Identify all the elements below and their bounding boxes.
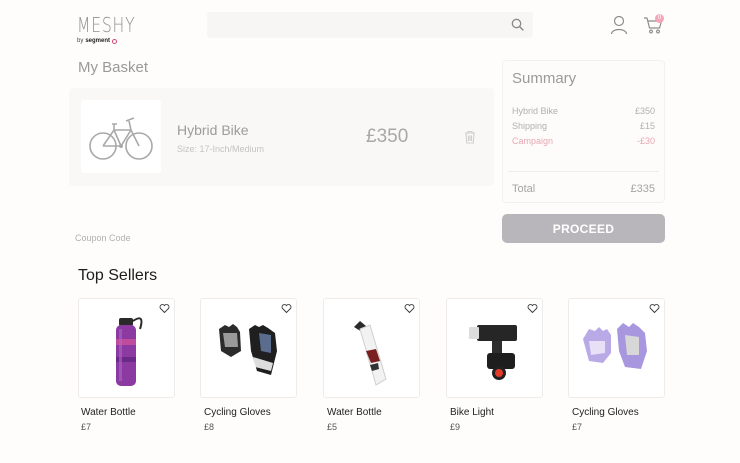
top-sellers-title: Top Sellers bbox=[78, 267, 158, 284]
heart-icon[interactable] bbox=[159, 303, 170, 314]
segment-logo-icon bbox=[112, 38, 118, 44]
basket-item-price: £350 bbox=[366, 126, 409, 147]
search-bar[interactable] bbox=[207, 12, 533, 38]
cart-count-badge: 0 bbox=[655, 14, 664, 23]
product-price: £7 bbox=[81, 422, 92, 432]
product-price: £7 bbox=[572, 422, 583, 432]
basket-item-image[interactable] bbox=[81, 100, 161, 173]
logo-wordmark: MESHY bbox=[77, 13, 136, 37]
search-icon[interactable] bbox=[511, 18, 524, 31]
summary-total: Total £335 bbox=[512, 183, 655, 195]
summary-divider bbox=[508, 171, 659, 172]
summary-row-label: Shipping bbox=[512, 121, 548, 131]
product-name[interactable]: Water Bottle bbox=[327, 407, 382, 418]
bicycle-icon bbox=[89, 117, 153, 160]
summary-row-label: Hybrid Bike bbox=[512, 106, 559, 116]
basket-title: My Basket bbox=[78, 59, 149, 76]
summary-row-label: Campaign bbox=[512, 136, 554, 146]
logo[interactable]: MESHY by segment bbox=[77, 14, 137, 44]
logo-by-text: by bbox=[77, 38, 84, 44]
product-price: £9 bbox=[450, 422, 461, 432]
proceed-button[interactable]: PROCEED bbox=[502, 214, 665, 243]
product-name[interactable]: Cycling Gloves bbox=[204, 407, 271, 418]
summary-row-value: -£30 bbox=[636, 136, 655, 146]
summary-row-item: Hybrid Bike £350 bbox=[512, 106, 655, 116]
coupon-field[interactable] bbox=[75, 228, 180, 246]
trash-icon[interactable] bbox=[464, 130, 476, 144]
heart-icon[interactable] bbox=[649, 303, 660, 314]
summary-title: Summary bbox=[512, 70, 577, 87]
summary-total-value: £335 bbox=[630, 183, 655, 195]
logo-byline: by segment bbox=[77, 38, 137, 44]
summary-row-shipping: Shipping £15 bbox=[512, 121, 655, 131]
product-price: £8 bbox=[204, 422, 215, 432]
basket-item-name[interactable]: Hybrid Bike bbox=[177, 122, 249, 138]
basket-item-size: Size: 17-Inch/Medium bbox=[177, 144, 265, 154]
product-name[interactable]: Water Bottle bbox=[81, 407, 136, 418]
product-name[interactable]: Bike Light bbox=[450, 407, 494, 418]
summary-row-campaign: Campaign -£30 bbox=[512, 136, 655, 146]
logo-brand-text: segment bbox=[85, 38, 111, 44]
product-name[interactable]: Cycling Gloves bbox=[572, 407, 639, 418]
search-input[interactable] bbox=[215, 16, 499, 36]
heart-icon[interactable] bbox=[281, 303, 292, 314]
heart-icon[interactable] bbox=[404, 303, 415, 314]
heart-icon[interactable] bbox=[527, 303, 538, 314]
summary-total-label: Total bbox=[512, 183, 536, 195]
user-icon[interactable] bbox=[610, 15, 628, 35]
product-price: £5 bbox=[327, 422, 338, 432]
coupon-code-input[interactable] bbox=[75, 230, 180, 246]
summary-row-value: £15 bbox=[639, 121, 655, 131]
summary-row-value: £350 bbox=[634, 106, 655, 116]
